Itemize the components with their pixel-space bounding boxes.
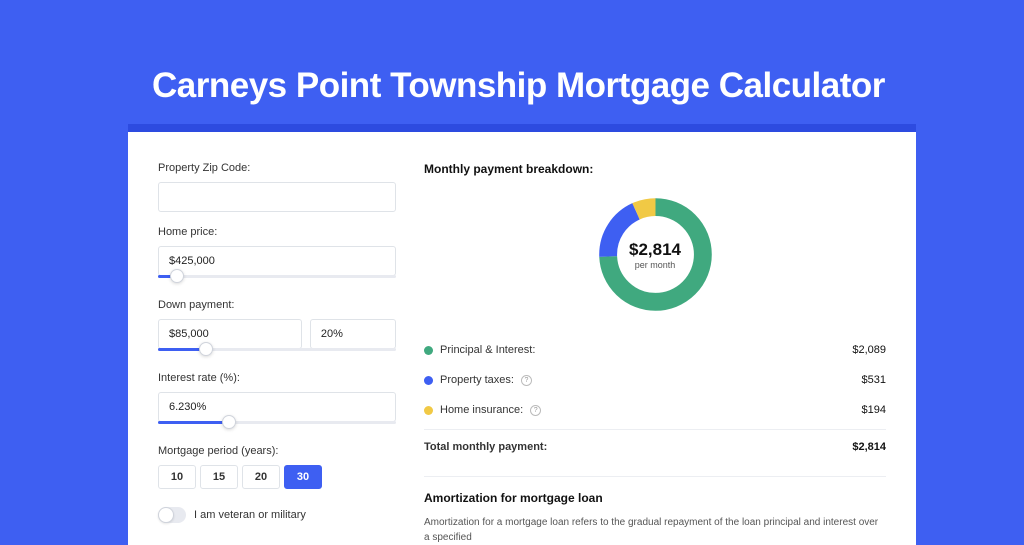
- period-button-10[interactable]: 10: [158, 465, 196, 489]
- legend-dot-icon: [424, 406, 433, 415]
- donut-chart: $2,814 per month: [424, 192, 886, 317]
- legend-value: $194: [862, 404, 886, 416]
- calculator-card: Property Zip Code: Home price: Down paym…: [128, 124, 916, 545]
- period-field-group: Mortgage period (years): 10152030: [158, 445, 396, 489]
- legend-value: $531: [862, 374, 886, 386]
- legend-label: Property taxes:: [440, 374, 514, 386]
- legend-label: Principal & Interest:: [440, 344, 535, 356]
- zip-label: Property Zip Code:: [158, 162, 396, 174]
- home-price-input[interactable]: [158, 246, 396, 276]
- veteran-label: I am veteran or military: [194, 509, 306, 521]
- amortization-heading: Amortization for mortgage loan: [424, 491, 886, 505]
- period-button-20[interactable]: 20: [242, 465, 280, 489]
- legend-label: Home insurance:: [440, 404, 523, 416]
- interest-input[interactable]: [158, 392, 396, 422]
- amortization-text: Amortization for a mortgage loan refers …: [424, 515, 886, 545]
- legend-dot-icon: [424, 346, 433, 355]
- total-label: Total monthly payment:: [424, 441, 547, 453]
- veteran-row: I am veteran or military: [158, 507, 396, 523]
- zip-field-group: Property Zip Code:: [158, 162, 396, 212]
- down-payment-slider[interactable]: [158, 348, 396, 358]
- legend-dot-icon: [424, 376, 433, 385]
- interest-field-group: Interest rate (%):: [158, 372, 396, 431]
- info-icon[interactable]: ?: [530, 405, 541, 416]
- period-label: Mortgage period (years):: [158, 445, 396, 457]
- total-row: Total monthly payment: $2,814: [424, 429, 886, 462]
- interest-slider[interactable]: [158, 421, 396, 431]
- info-icon[interactable]: ?: [521, 375, 532, 386]
- down-payment-amount-input[interactable]: [158, 319, 302, 349]
- interest-label: Interest rate (%):: [158, 372, 396, 384]
- breakdown-column: Monthly payment breakdown: $2,814 per mo…: [424, 162, 886, 545]
- inputs-column: Property Zip Code: Home price: Down paym…: [158, 162, 396, 545]
- donut-amount: $2,814: [629, 240, 681, 260]
- amortization-section: Amortization for mortgage loan Amortizat…: [424, 476, 886, 545]
- veteran-toggle[interactable]: [158, 507, 186, 523]
- legend-row: Property taxes:? $531: [424, 365, 886, 395]
- zip-input[interactable]: [158, 182, 396, 212]
- legend-row: Principal & Interest: $2,089: [424, 335, 886, 365]
- home-price-field-group: Home price:: [158, 226, 396, 285]
- legend: Principal & Interest: $2,089 Property taxe…: [424, 335, 886, 425]
- legend-value: $2,089: [852, 344, 886, 356]
- legend-row: Home insurance:? $194: [424, 395, 886, 425]
- down-payment-field-group: Down payment:: [158, 299, 396, 358]
- period-button-30[interactable]: 30: [284, 465, 322, 489]
- home-price-slider[interactable]: [158, 275, 396, 285]
- donut-sublabel: per month: [635, 260, 676, 270]
- total-value: $2,814: [852, 441, 886, 453]
- home-price-label: Home price:: [158, 226, 396, 238]
- period-buttons: 10152030: [158, 465, 396, 489]
- down-payment-percent-input[interactable]: [310, 319, 396, 349]
- breakdown-heading: Monthly payment breakdown:: [424, 162, 886, 176]
- down-payment-label: Down payment:: [158, 299, 396, 311]
- page-title: Carneys Point Township Mortgage Calculat…: [152, 66, 885, 106]
- period-button-15[interactable]: 15: [200, 465, 238, 489]
